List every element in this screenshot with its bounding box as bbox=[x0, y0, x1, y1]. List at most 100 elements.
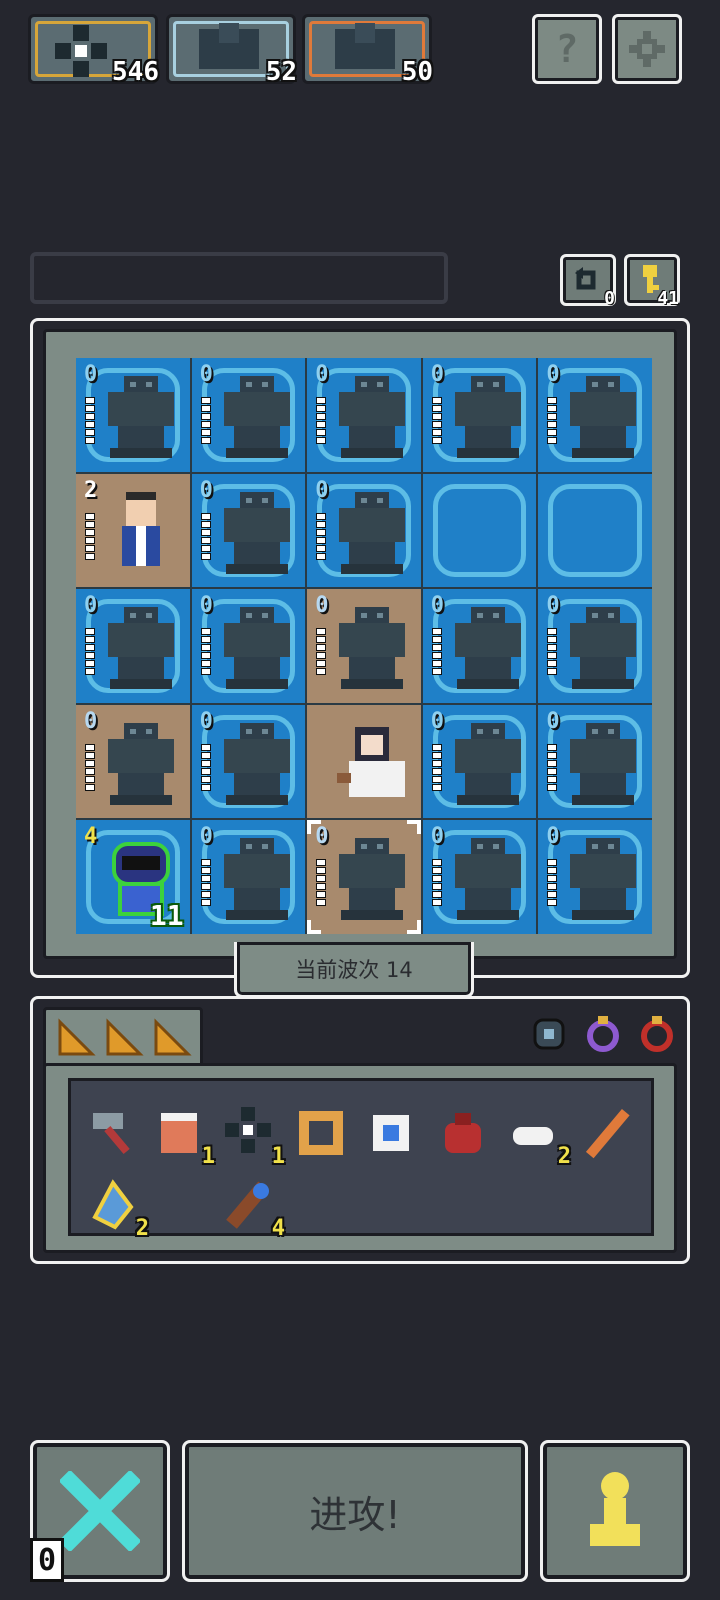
gargoyle-statue-icon bbox=[454, 838, 521, 921]
board-cell[interactable]: 0 bbox=[422, 358, 537, 472]
units-button[interactable] bbox=[540, 1440, 690, 1582]
gargoyle-orange-count: 50 bbox=[401, 57, 433, 87]
board-cell[interactable]: 2 bbox=[76, 473, 190, 588]
board-cell[interactable]: 0 bbox=[307, 473, 421, 588]
cell-pips bbox=[432, 744, 441, 790]
board-cell[interactable]: 0 bbox=[422, 704, 537, 819]
board-cell[interactable]: 0 bbox=[191, 473, 306, 588]
ring-red-icon[interactable] bbox=[637, 1014, 677, 1054]
inventory-slots: 1 1 2 2 4 bbox=[68, 1078, 654, 1241]
help-button[interactable]: ? bbox=[532, 14, 602, 84]
inventory-item[interactable] bbox=[579, 1105, 635, 1161]
resource-gems: 546 bbox=[28, 14, 159, 87]
board-cell[interactable]: 0 bbox=[307, 358, 421, 472]
inventory-item[interactable] bbox=[293, 1105, 349, 1161]
cell-level: 4 bbox=[84, 824, 98, 850]
cell-level: 0 bbox=[546, 708, 560, 734]
board-cell[interactable]: 0 bbox=[191, 820, 306, 934]
board-cell[interactable]: 0 bbox=[422, 820, 537, 934]
inventory-item[interactable]: 1 bbox=[151, 1105, 215, 1169]
board-cell[interactable]: 11 4 bbox=[76, 820, 190, 934]
gargoyle-statue-icon bbox=[570, 722, 637, 805]
board-cell[interactable]: 0 bbox=[538, 820, 652, 934]
cell-level: 0 bbox=[546, 593, 560, 619]
gem-cluster-icon bbox=[225, 1107, 271, 1153]
board-cell[interactable]: 0 bbox=[76, 358, 190, 472]
wave-text: 当前波次 14 bbox=[295, 957, 413, 982]
cell-pips bbox=[548, 860, 557, 906]
selection-corner bbox=[307, 820, 322, 835]
cell-pips bbox=[548, 398, 557, 443]
blue-crystal-icon bbox=[92, 1179, 134, 1230]
villager-unit-icon bbox=[122, 491, 160, 566]
cell-level: 0 bbox=[546, 824, 560, 850]
inventory-item[interactable]: 2 bbox=[85, 1177, 149, 1241]
board-cell[interactable]: 0 bbox=[538, 358, 652, 472]
key-count: 41 bbox=[657, 288, 679, 309]
key-button[interactable]: 41 bbox=[624, 254, 680, 309]
equipment-slots bbox=[511, 1007, 677, 1061]
gargoyle-statue-icon bbox=[223, 607, 290, 690]
inventory-tabs bbox=[43, 1007, 203, 1069]
board-cell[interactable] bbox=[307, 704, 421, 819]
ring-purple-icon[interactable] bbox=[583, 1014, 623, 1054]
board-cell[interactable]: 0 bbox=[191, 589, 306, 703]
cell-level: 0 bbox=[199, 362, 213, 387]
cell-pips bbox=[317, 629, 326, 675]
game-board: 0 0 0 0 0 2 0 0 0 0 0 0 0 0 0 0 0 11 4 0… bbox=[30, 318, 690, 978]
water-pool bbox=[548, 483, 642, 578]
board-cell[interactable]: 0 bbox=[307, 589, 421, 703]
inventory-item[interactable] bbox=[85, 1105, 141, 1161]
inventory-item[interactable] bbox=[435, 1105, 491, 1161]
board-grid: 0 0 0 0 0 2 0 0 0 0 0 0 0 0 0 0 0 11 4 0… bbox=[76, 358, 652, 934]
inventory-item[interactable] bbox=[363, 1105, 419, 1161]
cell-level: 0 bbox=[199, 708, 213, 734]
inventory-item[interactable]: 4 bbox=[221, 1177, 285, 1241]
stick-icon bbox=[585, 1108, 630, 1159]
board-cell[interactable]: 0 bbox=[76, 704, 190, 819]
cell-pips bbox=[86, 513, 94, 559]
cheese-icon[interactable] bbox=[152, 1018, 192, 1058]
board-cell[interactable]: 0 bbox=[191, 704, 306, 819]
cheese-icon[interactable] bbox=[104, 1018, 144, 1058]
cell-level: 0 bbox=[430, 593, 445, 619]
cell-pips bbox=[317, 860, 326, 906]
cell-level: 0 bbox=[199, 593, 213, 619]
gargoyle-statue-icon bbox=[454, 607, 521, 690]
board-cell[interactable]: 0 bbox=[307, 820, 421, 934]
gargoyle-statue-icon bbox=[339, 607, 406, 690]
cell-pips bbox=[86, 398, 94, 443]
drum-icon bbox=[161, 1113, 197, 1153]
inventory-item[interactable]: 1 bbox=[221, 1105, 285, 1169]
cheese-icon[interactable] bbox=[56, 1018, 96, 1058]
board-cell[interactable] bbox=[422, 473, 537, 588]
settings-button[interactable] bbox=[612, 14, 682, 84]
gargoyle-statue-icon bbox=[339, 376, 406, 458]
cell-pips bbox=[201, 398, 210, 443]
board-cell[interactable]: 0 bbox=[538, 704, 652, 819]
gargoyle-statue-icon bbox=[223, 722, 290, 805]
gems-count: 546 bbox=[112, 57, 159, 87]
cross-icon bbox=[60, 1471, 140, 1551]
gargoyle-statue-icon bbox=[108, 722, 174, 805]
attack-button[interactable]: 进攻! bbox=[182, 1440, 528, 1582]
cell-level: 0 bbox=[430, 362, 445, 387]
gargoyle-blue-count: 52 bbox=[265, 57, 297, 87]
cell-pips bbox=[432, 860, 441, 906]
loot-bag-icon bbox=[445, 1113, 481, 1153]
current-wave-label: 当前波次 14 bbox=[234, 942, 474, 998]
board-cell[interactable]: 0 bbox=[191, 358, 306, 472]
undo-button[interactable]: 0 bbox=[560, 254, 616, 309]
board-cell[interactable]: 0 bbox=[538, 589, 652, 703]
amulet-icon[interactable] bbox=[529, 1014, 569, 1054]
item-quantity: 1 bbox=[201, 1144, 215, 1169]
board-cell[interactable]: 0 bbox=[422, 589, 537, 703]
cell-pips bbox=[201, 744, 210, 790]
cell-level: 0 bbox=[315, 593, 329, 619]
cell-pips bbox=[548, 744, 557, 790]
wave-progress-bar bbox=[30, 252, 448, 304]
board-cell[interactable]: 0 bbox=[76, 589, 190, 703]
inventory-item[interactable]: 2 bbox=[507, 1105, 571, 1169]
board-cell[interactable] bbox=[538, 473, 652, 588]
gem-cluster-icon bbox=[55, 25, 107, 77]
